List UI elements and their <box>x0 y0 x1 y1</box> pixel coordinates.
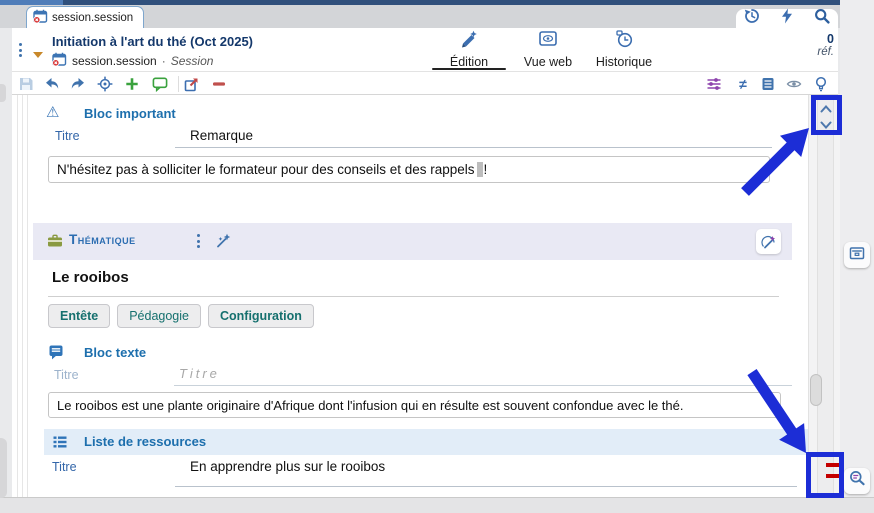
editor-toolbar: ≠ <box>12 71 838 95</box>
indent-guide <box>27 95 28 497</box>
remove-minus-icon[interactable] <box>211 76 227 92</box>
thematique-header-band: Thématique <box>33 223 792 260</box>
tab-entete[interactable]: Entête <box>48 304 110 328</box>
titre-input-underline[interactable] <box>175 147 772 148</box>
locate-target-icon[interactable] <box>97 76 113 92</box>
bloc-important-label: Bloc important <box>84 106 176 121</box>
warning-icon: ⚠ <box>46 103 59 121</box>
add-plus-icon[interactable] <box>124 76 140 92</box>
annotation-rect-scroll-chevrons <box>811 95 842 135</box>
tab-vue-web-label: Vue web <box>524 55 572 69</box>
thematique-title: Le rooibos <box>52 269 129 286</box>
document-content: ⚠ Bloc important Titre Remarque N'hésite… <box>12 95 808 497</box>
active-tab-underline <box>432 68 506 71</box>
tab-title: session.session <box>52 12 133 24</box>
tab-historique[interactable]: Historique <box>584 30 664 70</box>
reference-counter: 0 réf. <box>774 32 834 58</box>
redo-icon[interactable] <box>70 76 86 92</box>
document-header: Initiation à l'art du thé (Oct 2025) ses… <box>12 28 838 95</box>
title-divider <box>48 296 779 297</box>
calendar-error-icon <box>33 9 48 26</box>
web-preview-icon <box>538 30 558 53</box>
tab-edition[interactable]: Édition <box>432 30 506 70</box>
body-text-tail: ! <box>484 162 488 177</box>
thematique-tab-bar: Entête Pédagogie Configuration <box>48 304 314 328</box>
bloc-important-text-input[interactable]: N'hésitez pas à solliciter le formateur … <box>48 156 770 183</box>
lightning-icon[interactable] <box>780 8 794 29</box>
magic-wand-icon[interactable] <box>215 233 231 253</box>
external-link-icon[interactable] <box>184 76 200 92</box>
annotation-rect-scroll-markers <box>806 452 844 498</box>
indent-guide <box>22 95 23 497</box>
titre-input-value[interactable]: En apprendre plus sur le rooibos <box>190 459 385 474</box>
magnifier-lines-icon <box>849 470 866 492</box>
left-panel-handle[interactable] <box>0 84 6 102</box>
tab-session-document[interactable]: session.session <box>26 6 144 28</box>
page-title: Initiation à l'art du thé (Oct 2025) <box>52 34 253 49</box>
save-icon[interactable] <box>18 76 34 92</box>
search-icon[interactable] <box>814 8 830 29</box>
not-equal-icon[interactable]: ≠ <box>735 76 751 92</box>
thematique-kicker: Thématique <box>69 232 136 247</box>
document-type: Session <box>171 54 214 68</box>
titre-label: Titre <box>55 129 80 143</box>
body-text: N'hésitez pas à solliciter le formateur … <box>57 162 475 177</box>
undo-icon[interactable] <box>44 76 60 92</box>
window-bottom-bar <box>0 497 874 513</box>
titre-label: Titre <box>54 368 79 382</box>
left-panel-handle[interactable] <box>0 438 7 498</box>
scrollbar-gutter <box>808 95 840 497</box>
chevron-down-icon[interactable] <box>33 52 43 58</box>
bloc-texte-label: Bloc texte <box>84 345 146 360</box>
pen-icon <box>459 30 479 53</box>
archive-box-icon <box>849 245 865 266</box>
text-block-icon <box>48 344 64 365</box>
body-text: Le rooibos est une plante originaire d'A… <box>57 398 684 413</box>
document-file-name: session.session <box>72 54 157 68</box>
tab-edition-label: Édition <box>450 55 488 69</box>
stacked-list-icon[interactable] <box>760 76 776 92</box>
liste-ressources-header-band: Liste de ressources <box>44 429 808 455</box>
ref-count-value: 0 <box>774 32 834 46</box>
clock-history-icon <box>614 30 634 53</box>
archive-box-button[interactable] <box>844 242 870 268</box>
quick-actions-area <box>736 9 838 28</box>
history-icon[interactable] <box>744 8 760 29</box>
bloc-texte-text-input[interactable]: Le rooibos est une plante originaire d'A… <box>48 392 781 418</box>
thematique-section: Thématique Le rooib <box>33 223 808 497</box>
toolbar-divider <box>178 76 179 92</box>
titre-input-value[interactable]: Remarque <box>190 128 253 143</box>
thematique-menu-kebab-icon[interactable] <box>197 234 200 248</box>
tab-pedagogie[interactable]: Pédagogie <box>117 304 201 328</box>
tab-configuration[interactable]: Configuration <box>208 304 314 328</box>
liste-ressources-label: Liste de ressources <box>84 434 206 449</box>
comment-bubble-icon[interactable] <box>152 76 168 92</box>
resource-list-icon <box>52 435 68 454</box>
tab-vue-web[interactable]: Vue web <box>512 30 584 70</box>
calendar-error-icon <box>52 52 67 69</box>
eye-preview-icon[interactable] <box>786 76 802 92</box>
titre-input-underline[interactable] <box>174 385 792 386</box>
subtitle-separator: · <box>162 54 166 68</box>
indent-guide <box>17 95 18 497</box>
titre-input-placeholder[interactable]: Titre <box>179 366 220 381</box>
titre-input-underline[interactable] <box>175 486 797 487</box>
search-in-text-button[interactable] <box>844 468 870 494</box>
titre-label: Titre <box>52 460 77 474</box>
tab-historique-label: Historique <box>596 55 652 69</box>
lightbulb-icon[interactable] <box>813 76 829 92</box>
text-cursor <box>477 162 483 177</box>
briefcase-icon <box>47 234 63 253</box>
scrollbar-track[interactable] <box>817 95 834 497</box>
filter-sliders-icon[interactable] <box>706 76 722 92</box>
ref-count-label: réf. <box>774 46 834 58</box>
document-menu-kebab-icon[interactable] <box>19 43 22 57</box>
auto-style-wand-button[interactable] <box>756 229 781 254</box>
scrollbar-thumb[interactable] <box>810 374 822 406</box>
document-subtitle: session.session · Session <box>52 52 213 69</box>
app-window: session.session <box>0 0 874 513</box>
